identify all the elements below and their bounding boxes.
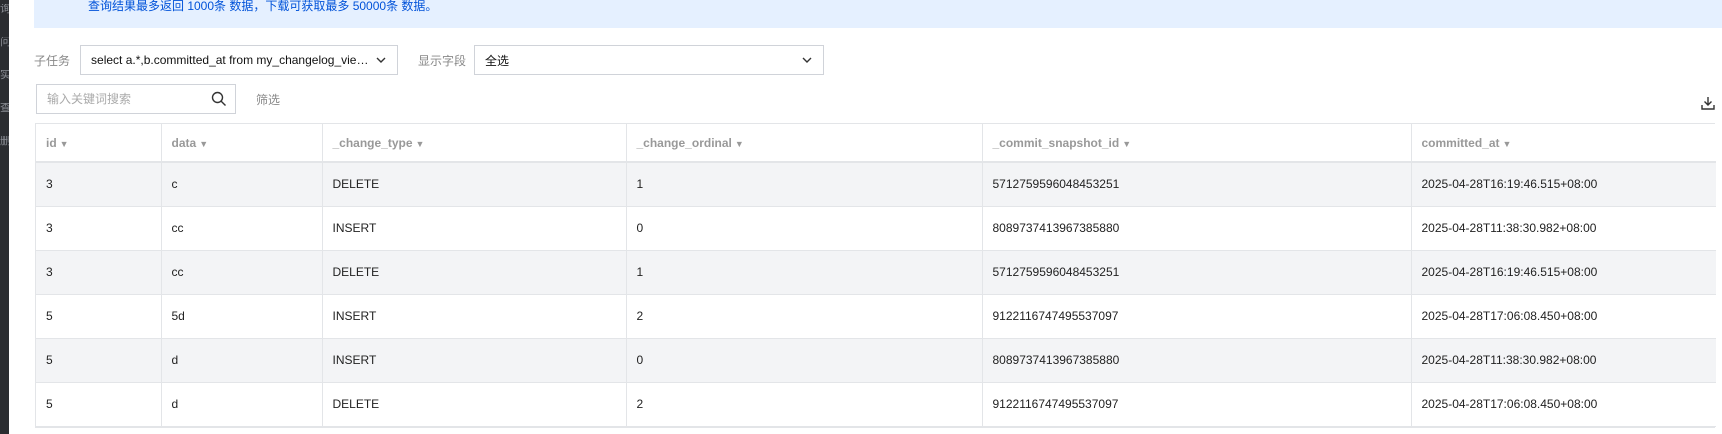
cell-data: cc <box>161 250 323 295</box>
table-row: 5 d INSERT 0 8089737413967385880 2025-04… <box>36 338 1716 383</box>
sidebar-char[interactable]: 问 <box>0 37 9 48</box>
column-header-change-type[interactable]: _change_type ▼ <box>322 124 627 163</box>
chevron-down-icon <box>802 57 812 63</box>
cell-commit-snapshot-id: 8089737413967385880 <box>982 338 1412 383</box>
table-row: 5 d DELETE 2 9122116747495537097 2025-04… <box>36 382 1716 427</box>
cell-change-type: DELETE <box>322 250 627 295</box>
cell-id: 5 <box>36 294 162 339</box>
cell-change-type: DELETE <box>322 382 627 427</box>
column-header-change-ordinal[interactable]: _change_ordinal ▼ <box>626 124 983 163</box>
sort-icon[interactable]: ▼ <box>735 139 744 149</box>
column-header-id[interactable]: id ▼ <box>36 124 162 163</box>
column-header-committed-at[interactable]: committed_at ▼ <box>1411 124 1716 163</box>
download-icon[interactable] <box>1700 95 1716 111</box>
cell-commit-snapshot-id: 9122116747495537097 <box>982 294 1412 339</box>
subtask-select[interactable]: select a.*,b.committed_at from my_change… <box>80 45 399 75</box>
sidebar-char[interactable]: 删 <box>0 136 9 147</box>
table-row: 5 5d INSERT 2 9122116747495537097 2025-0… <box>36 294 1716 339</box>
cell-commit-snapshot-id: 5712759596048453251 <box>982 162 1412 207</box>
cell-committed-at: 2025-04-28T17:06:08.450+08:00 <box>1411 382 1716 427</box>
sidebar-char[interactable]: 实 <box>0 70 9 81</box>
fields-select-value: 全选 <box>485 53 510 68</box>
sort-icon[interactable]: ▼ <box>1122 139 1131 149</box>
sort-icon[interactable]: ▼ <box>60 139 69 149</box>
cell-committed-at: 2025-04-28T11:38:30.982+08:00 <box>1411 338 1716 383</box>
sort-icon[interactable]: ▼ <box>416 139 425 149</box>
cell-id: 3 <box>36 250 162 295</box>
cell-data: 5d <box>161 294 323 339</box>
cell-data: cc <box>161 206 323 251</box>
sidebar-char[interactable]: 询 <box>0 4 9 15</box>
search-box[interactable] <box>36 84 236 114</box>
cell-committed-at: 2025-04-28T11:38:30.982+08:00 <box>1411 206 1716 251</box>
table-row: 3 cc INSERT 0 8089737413967385880 2025-0… <box>36 206 1716 251</box>
search-toolbar: 筛选 <box>36 84 280 114</box>
cell-id: 5 <box>36 382 162 427</box>
left-sidebar-strip: 询 问 实 查 删 <box>0 0 9 434</box>
cell-change-ordinal: 2 <box>626 382 983 427</box>
cell-data: c <box>161 162 323 207</box>
sort-icon[interactable]: ▼ <box>1503 139 1512 149</box>
cell-change-ordinal: 0 <box>626 206 983 251</box>
filter-button[interactable]: 筛选 <box>256 91 280 108</box>
cell-change-ordinal: 2 <box>626 294 983 339</box>
query-toolbar: 子任务 select a.*,b.committed_at from my_ch… <box>34 45 825 75</box>
results-table: id ▼ data ▼ _change_type ▼ _change_ordinal ▼… <box>35 123 1716 428</box>
table-row: 3 c DELETE 1 5712759596048453251 2025-04… <box>36 162 1716 207</box>
cell-data: d <box>161 382 323 427</box>
result-limit-notice: 查询结果最多返回 1000条 数据，下载可获取最多 50000条 数据。 <box>34 0 1722 28</box>
cell-commit-snapshot-id: 5712759596048453251 <box>982 250 1412 295</box>
cell-id: 3 <box>36 162 162 207</box>
sort-icon[interactable]: ▼ <box>199 139 208 149</box>
table-row: 3 cc DELETE 1 5712759596048453251 2025-0… <box>36 250 1716 295</box>
cell-id: 5 <box>36 338 162 383</box>
column-header-commit-snapshot-id[interactable]: _commit_snapshot_id ▼ <box>982 124 1412 163</box>
cell-change-ordinal: 1 <box>626 250 983 295</box>
cell-committed-at: 2025-04-28T16:19:46.515+08:00 <box>1411 162 1716 207</box>
cell-id: 3 <box>36 206 162 251</box>
search-icon[interactable] <box>211 91 227 107</box>
cell-change-ordinal: 0 <box>626 338 983 383</box>
table-header-row: id ▼ data ▼ _change_type ▼ _change_ordinal ▼… <box>36 124 1716 163</box>
cell-commit-snapshot-id: 9122116747495537097 <box>982 382 1412 427</box>
cell-committed-at: 2025-04-28T16:19:46.515+08:00 <box>1411 250 1716 295</box>
cell-change-type: INSERT <box>322 206 627 251</box>
cell-change-type: DELETE <box>322 162 627 207</box>
cell-committed-at: 2025-04-28T17:06:08.450+08:00 <box>1411 294 1716 339</box>
cell-data: d <box>161 338 323 383</box>
column-header-data[interactable]: data ▼ <box>161 124 323 163</box>
cell-change-type: INSERT <box>322 338 627 383</box>
sidebar-char[interactable]: 查 <box>0 103 9 114</box>
fields-label: 显示字段 <box>418 53 467 68</box>
cell-commit-snapshot-id: 8089737413967385880 <box>982 206 1412 251</box>
cell-change-type: INSERT <box>322 294 627 339</box>
subtask-select-value: select a.*,b.committed_at from my_change… <box>91 53 376 67</box>
subtask-label: 子任务 <box>34 53 71 68</box>
fields-select[interactable]: 全选 <box>474 45 825 75</box>
cell-change-ordinal: 1 <box>626 162 983 207</box>
search-input[interactable] <box>47 92 197 106</box>
notice-text: 查询结果最多返回 1000条 数据，下载可获取最多 50000条 数据。 <box>88 0 438 13</box>
chevron-down-icon <box>376 57 386 63</box>
